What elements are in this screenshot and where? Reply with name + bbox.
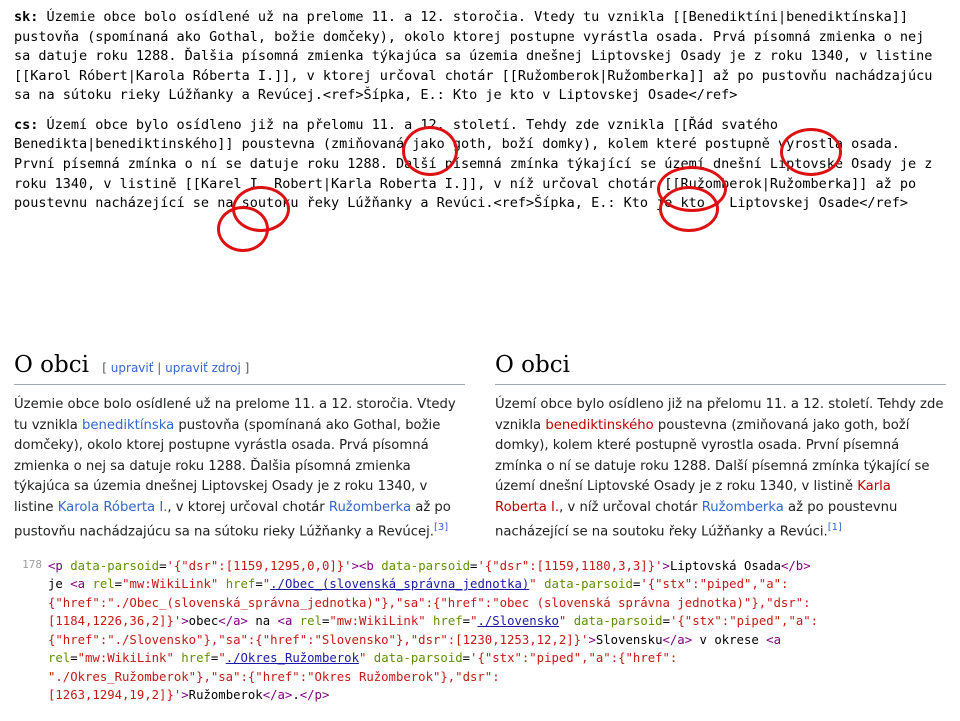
heading-text: O obci [14,352,89,378]
wikilink-karol-robert[interactable]: Karola Róberta I. [58,500,168,515]
wikitext-cs: cs: Území obce bylo osídleno již na přel… [14,116,946,331]
annotation-circle [217,206,269,252]
rendered-preview: O obci [ upraviť | upraviť zdroj ] Územi… [14,349,946,543]
reference-link[interactable]: [1] [828,522,842,533]
source-line: {"href":"./Obec_(slovenská_správna_jedno… [48,594,946,612]
line-number: 178 [14,557,42,574]
edit-source-link[interactable]: upraviť zdroj [165,361,241,375]
wikilink-benediktinska[interactable]: benediktínska [82,418,174,433]
source-line: je <a rel="mw:WikiLink" href="./Obec_(sl… [48,575,946,593]
wikitext-sk: sk: Územie obce bolo osídlené už na prel… [14,8,946,106]
rendered-text: , v ktorej určoval chotár [167,500,328,515]
wikitext-cs-body: Území obce bylo osídleno již na přelomu … [14,117,941,211]
source-line: "./Okres_Ružomberok"},"sa":{"href":"Okre… [48,668,946,686]
rendered-left-body: Územie obce bolo osídlené už na prelome … [14,395,465,543]
source-line: rel="mw:WikiLink" href="./Okres_Ružomber… [48,649,946,667]
section-heading-left: O obci [ upraviť | upraviť zdroj ] [14,349,465,385]
reference-link[interactable]: [3] [434,522,448,533]
edit-visual-link[interactable]: upraviť [111,361,154,375]
wikilink-ruzomberok[interactable]: Ružomberka [329,500,411,515]
heading-text: O obci [495,352,570,378]
wikitext-sk-body: Územie obce bolo osídlené už na prelome … [14,9,941,103]
lang-prefix-cs: cs: [14,117,38,133]
source-line: {"href":"./Slovensko"},"sa":{"href":"Slo… [48,631,946,649]
rendered-right-body: Území obce bylo osídleno již na přelomu … [495,395,946,543]
section-heading-right: O obci [495,349,946,385]
source-line: [1184,1226,36,2]}'>obec</a> na <a rel="m… [48,612,946,630]
wikilink-benediktinskeho-red[interactable]: benediktinského [545,418,653,433]
wikilink-ruzomberok[interactable]: Ružomberka [702,500,784,515]
rendered-text: , v níž určoval chotár [559,500,702,515]
source-line: [1263,1294,19,2]}'>Ružomberok</a>.</p> [48,686,946,704]
source-line: <p data-parsoid='{"dsr":[1159,1295,0,0]}… [48,557,946,575]
rendered-left-col: O obci [ upraviť | upraviť zdroj ] Územi… [14,349,465,543]
edit-section-links: [ upraviť | upraviť zdroj ] [102,361,249,375]
lang-prefix-sk: sk: [14,9,38,25]
parsoid-source: 178 <p data-parsoid='{"dsr":[1159,1295,0… [14,557,946,705]
rendered-right-col: O obci Území obce bylo osídleno již na p… [495,349,946,543]
